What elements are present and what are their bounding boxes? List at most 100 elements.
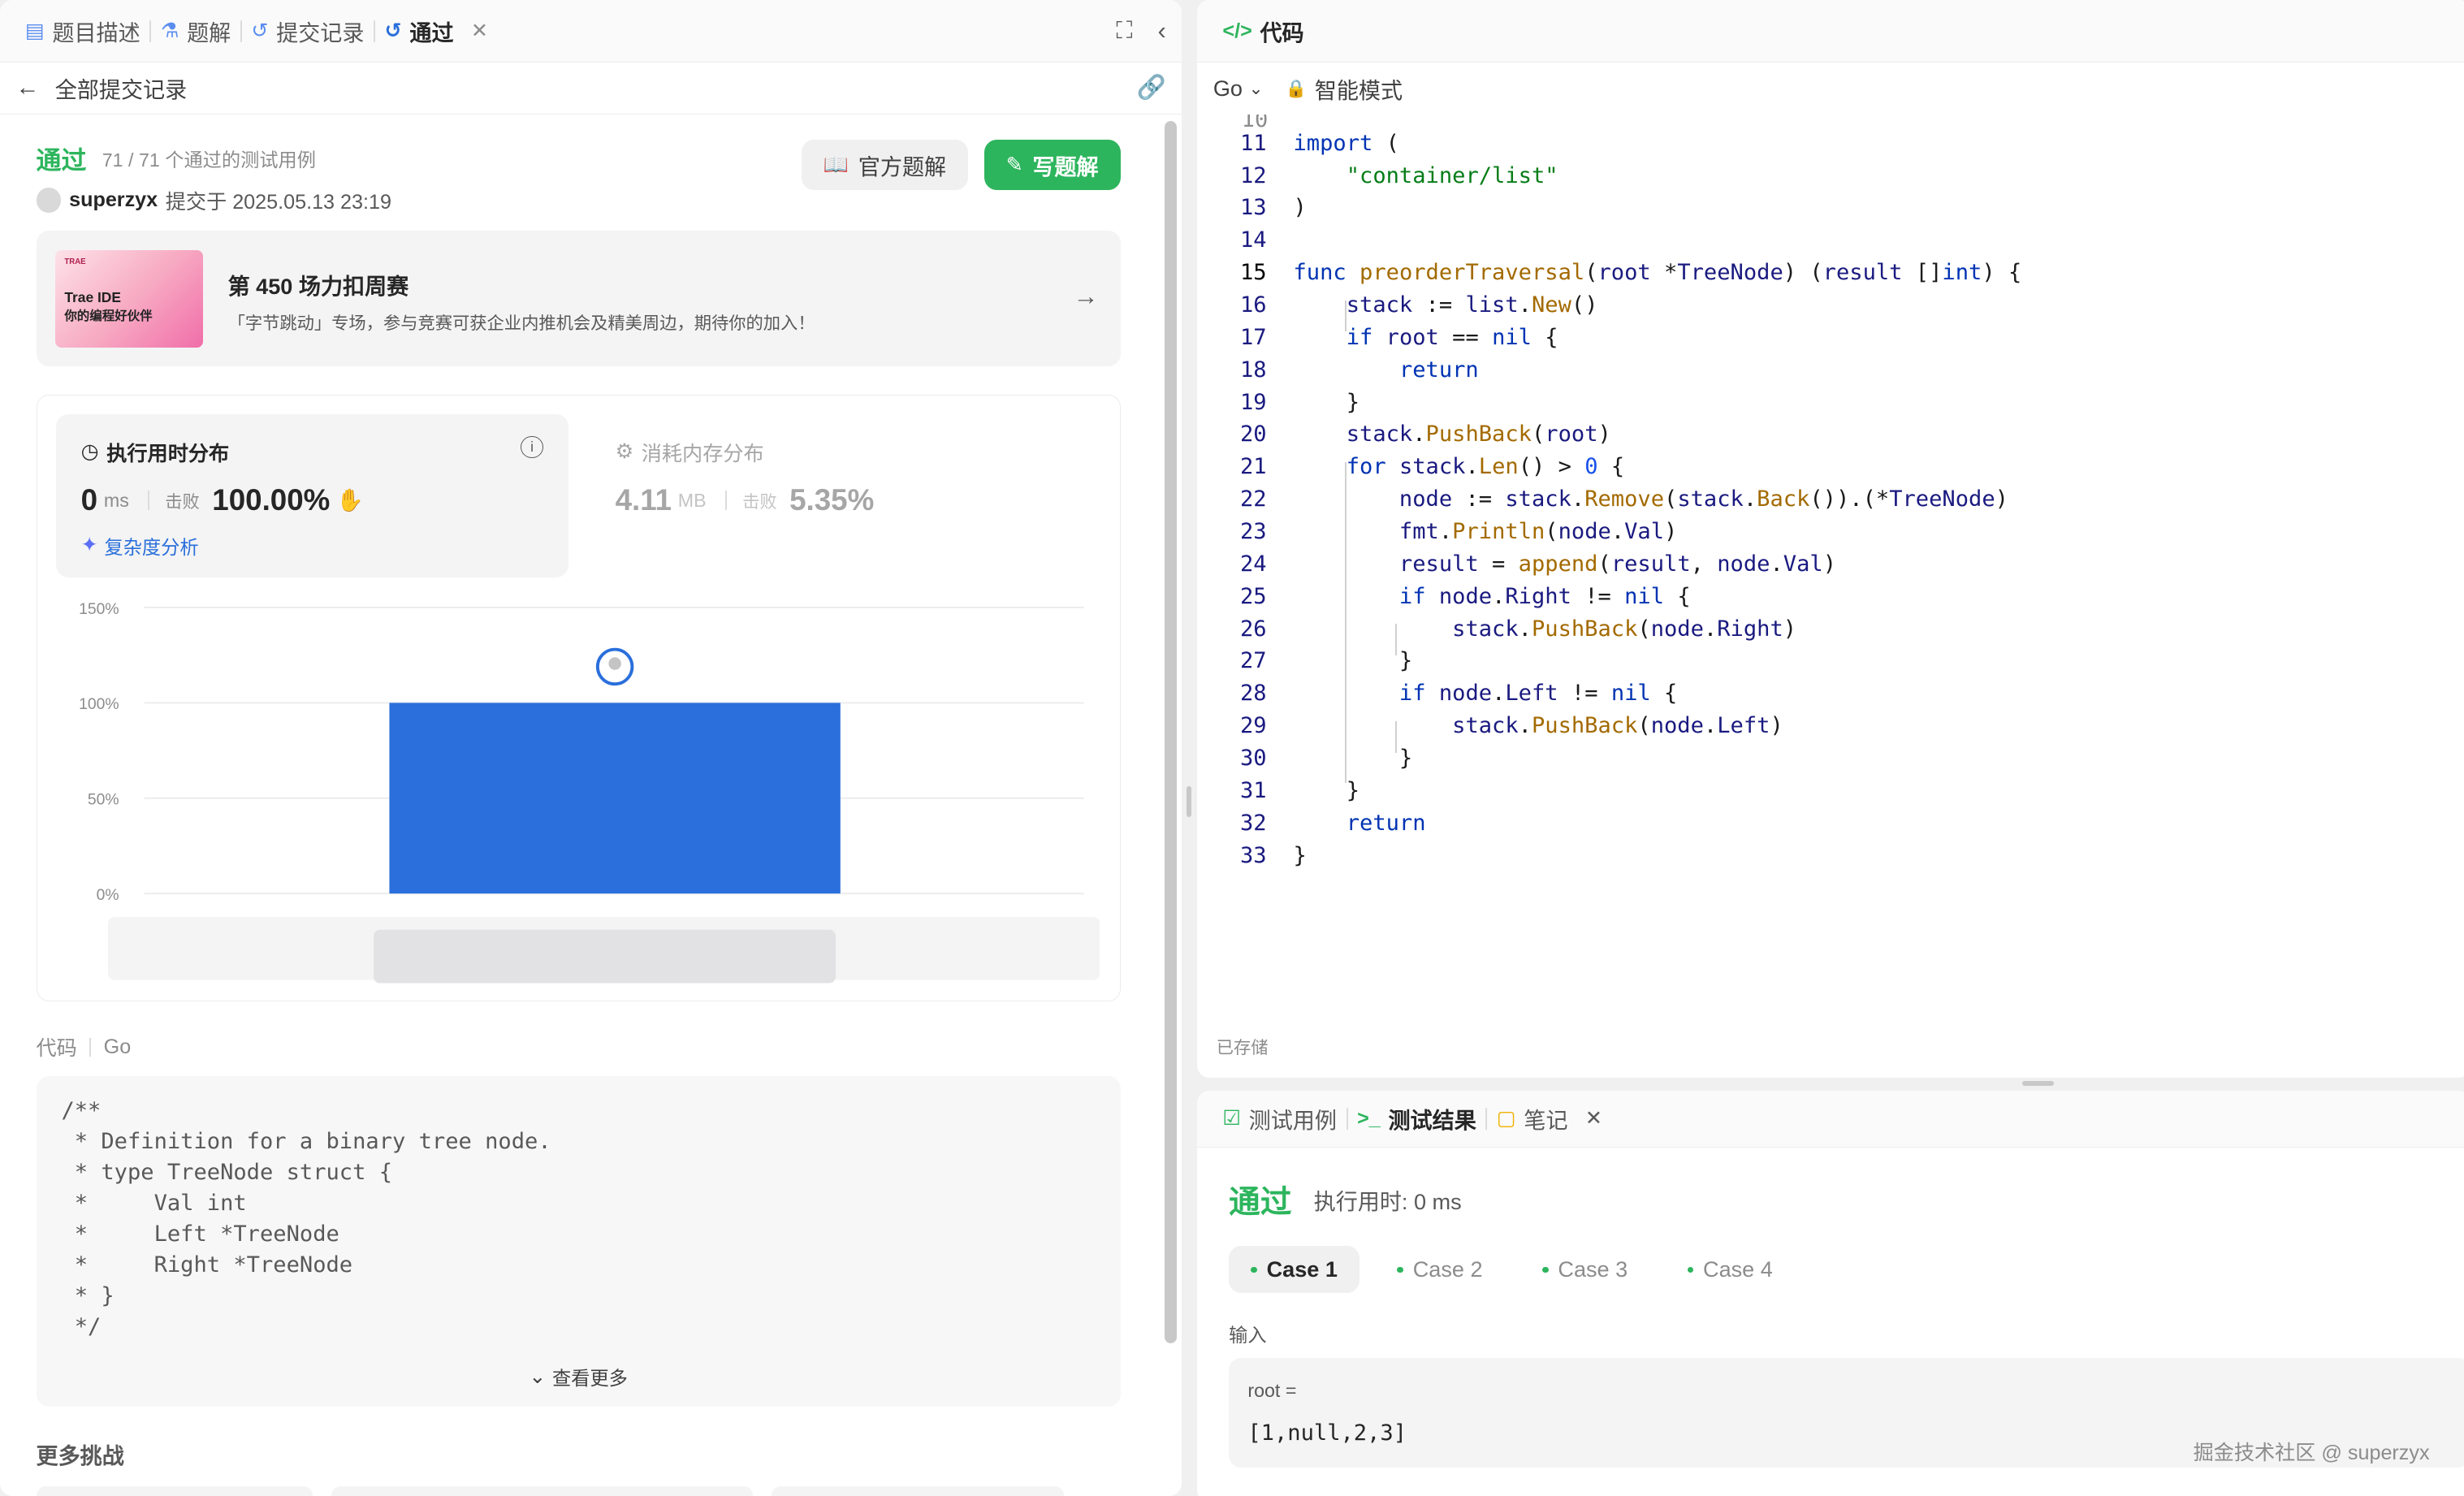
chip-icon: ⚙ [615,440,634,464]
view-more-button[interactable]: ⌄ 查看更多 [37,1363,1121,1390]
tab-notes[interactable]: ▢ 笔记 ✕ [1487,1103,1611,1135]
link-icon[interactable]: 🔗 [1137,76,1166,100]
arrow-left-icon[interactable]: ← [15,76,39,100]
line-number: 16 [1239,292,1267,318]
code-line: stack.PushBack(node.Left) [1452,713,1783,739]
horizontal-resize-handle[interactable] [2022,1081,2055,1087]
test-status: 通过 [1229,1185,1292,1221]
code-line: result = append(result, node.Val) [1398,551,1837,577]
code-line: node := stack.Remove(stack.Back()).(*Tre… [1398,486,2008,512]
line-number: 28 [1239,681,1267,707]
case-tab-label: Case 4 [1703,1256,1773,1282]
status-dot-icon [1251,1266,1257,1273]
vertical-resize-handle[interactable] [1186,785,1191,818]
runtime-unit: ms [103,489,129,511]
scrollbar[interactable] [1164,120,1178,1344]
write-solution-button[interactable]: ✎ 写题解 [983,140,1121,191]
input-var-name: root = [1247,1379,1297,1401]
code-editor[interactable]: 10 11 12 13 14 15 16 17 18 19 20 21 22 23 24 25 26 27 28 2… [1197,115,2464,1018]
tab-solutions[interactable]: ⚗ 题解 [151,15,240,47]
smart-mode-toggle[interactable]: 🔒 智能模式 [1286,73,1403,105]
tab-code[interactable]: </> 代码 [1213,15,1313,47]
line-number: 11 [1239,130,1267,156]
code-line: "container/list" [1346,162,1558,188]
tab-testcase[interactable]: ☑ 测试用例 [1213,1103,1347,1135]
challenge-card[interactable] [772,1486,1064,1496]
avatar [36,188,62,214]
terminal-icon: >_ [1357,1106,1381,1130]
runtime-beats: 100.00% [212,483,331,517]
runtime-distribution-chart: 150% 100% 50% 0% [79,600,1100,984]
code-preview-line: * Definition for a binary tree node. [61,1128,551,1154]
code-lang: Go [103,1035,132,1058]
line-number: 24 [1239,551,1267,577]
case-tab-label: Case 2 [1412,1256,1483,1282]
arrow-right-icon: → [1073,282,1099,311]
line-number: 26 [1239,616,1267,642]
divider [724,491,727,510]
tab-submissions[interactable]: ↺ 提交记录 [242,15,374,47]
result-header: 通过 71 / 71 个通过的测试用例 superzyx 提交于 2025.05… [36,140,1121,215]
code-icon: </> [1222,19,1252,42]
code-line: ) [1293,195,1307,221]
runtime-box[interactable]: ◷ 执行用时分布 i 0 ms 击败 100.00% ✋ ✦ 复杂度分析 [55,413,568,578]
tab-accepted-label: 通过 [409,19,454,45]
code-preview-line: * } [61,1283,115,1309]
case-tab[interactable]: Case 1 [1229,1246,1360,1294]
challenge-card[interactable] [331,1486,753,1496]
line-number: 15 [1239,260,1267,286]
console-panel: ☑ 测试用例 >_ 测试结果 ▢ 笔记 ✕ 通过 执行用时: 0 ms Case… [1197,1090,2464,1496]
info-icon[interactable]: i [521,435,543,459]
contest-banner[interactable]: TRAE Trae IDE 你的编程好伙伴 第 450 场力扣周赛 「字节跳动」… [36,231,1121,366]
submission-detail: 通过 71 / 71 个通过的测试用例 superzyx 提交于 2025.05… [0,115,1182,1496]
editor-panel: </> 代码 Go ⌄ 🔒 智能模式 10 11 12 13 14 15 16 17 18 19… [1197,0,2464,1079]
runtime-beats-label: 击败 [165,491,200,512]
memory-beats-label: 击败 [742,491,777,512]
tab-description[interactable]: ▤ 题目描述 [15,15,149,47]
document-icon: ▤ [24,19,45,42]
code-preview-line: * Left *TreeNode [61,1221,339,1247]
tab-accepted[interactable]: ↺ 通过 ✕ [375,15,498,47]
indent-guide [1345,300,1347,332]
watermark: 掘金技术社区 @ superzyx [2193,1441,2430,1464]
case-tab[interactable]: Case 4 [1666,1246,1795,1293]
code-line: if node.Left != nil { [1398,681,1678,707]
code-line: func preorderTraversal(root *TreeNode) (… [1293,260,2022,286]
history-icon: ↺ [384,19,402,42]
line-number: 33 [1239,842,1267,868]
code-section-header: 代码 Go [37,1032,132,1061]
clock-icon: ◷ [80,440,99,464]
memory-box[interactable]: ⚙ 消耗内存分布 4.11 MB 击败 5.35% [590,414,1103,577]
language-select[interactable]: Go ⌄ [1213,76,1264,102]
banner-thumbnail: TRAE Trae IDE 你的编程好伙伴 [54,249,203,348]
editor-toolbar: Go ⌄ 🔒 智能模式 [1197,63,2464,115]
case-tab[interactable]: Case 3 [1520,1246,1649,1293]
complexity-analysis-link[interactable]: 复杂度分析 [104,532,198,560]
thumb-line1: Trae IDE [64,289,121,306]
case-tab[interactable]: Case 2 [1375,1246,1504,1293]
close-icon[interactable]: ✕ [471,20,488,41]
code-preview: /** * Definition for a binary tree node.… [36,1076,1121,1407]
challenge-card[interactable] [36,1486,313,1496]
bar[interactable] [388,703,841,894]
code-line: stack := list.New() [1346,292,1598,318]
close-icon[interactable]: ✕ [1585,1108,1602,1129]
range-slider-window[interactable] [373,929,836,984]
username[interactable]: superzyx [69,188,158,212]
official-solution-button[interactable]: 📖 官方题解 [801,140,969,191]
line-number: 20 [1239,422,1267,448]
tab-test-result[interactable]: >_ 测试结果 [1348,1103,1486,1135]
back-to-submissions-link[interactable]: 全部提交记录 [55,72,187,104]
status-dot-icon [1397,1266,1404,1273]
chevron-left-icon[interactable]: ‹ [1157,18,1165,44]
history-icon: ↺ [251,19,269,42]
flask-icon: ⚗ [160,19,179,42]
fullscreen-icon[interactable]: ⛶ [1116,19,1132,43]
book-icon: 📖 [823,153,849,176]
status-dot-icon [1542,1266,1549,1273]
runtime-title: 执行用时分布 [106,442,230,465]
y-tick-label: 150% [79,600,119,618]
code-preview-line: * type TreeNode struct { [61,1159,393,1185]
smart-mode-label: 智能模式 [1314,77,1403,103]
